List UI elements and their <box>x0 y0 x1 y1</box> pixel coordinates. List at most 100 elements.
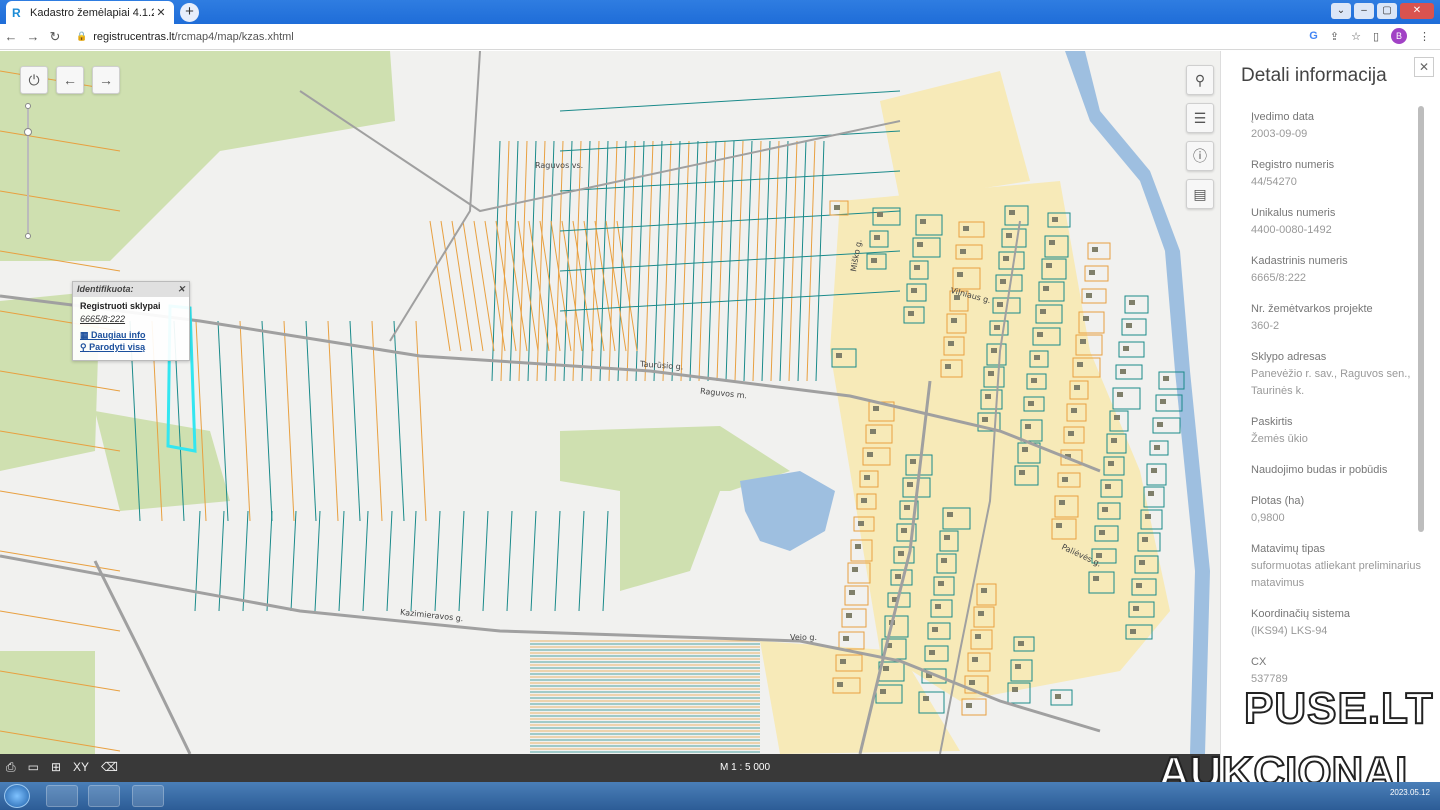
detail-field-value: 2003-09-09 <box>1251 128 1308 140</box>
measure-ruler-icon[interactable]: ▭ <box>28 760 39 775</box>
building <box>988 371 994 376</box>
parcel-boundary <box>194 510 201 612</box>
parcel-boundary <box>1121 318 1147 336</box>
panel-close-button[interactable]: ✕ <box>1414 57 1434 77</box>
parcel-boundary <box>1050 689 1073 706</box>
parcel-boundary <box>415 320 427 522</box>
building <box>1046 263 1052 268</box>
dropdown-icon[interactable]: ⌄ <box>1331 3 1351 19</box>
google-icon[interactable]: G <box>1309 30 1318 42</box>
print-icon[interactable]: ⎙ <box>6 760 16 775</box>
building <box>1130 629 1136 634</box>
building <box>1074 385 1080 390</box>
building <box>861 498 867 503</box>
zoom-thumb[interactable] <box>24 128 32 136</box>
building <box>1154 445 1160 450</box>
building <box>963 226 969 231</box>
building <box>1019 470 1025 475</box>
zoom-out-end[interactable] <box>25 233 31 239</box>
add-document-icon[interactable]: ⊞ <box>51 760 61 775</box>
system-tray-clock[interactable]: 2023.05.12 <box>1390 788 1430 797</box>
parcel-boundary <box>554 510 561 612</box>
map-canvas[interactable] <box>0 51 1220 754</box>
legend-icon[interactable]: ▤ <box>1186 179 1214 209</box>
detail-field-value: (lKS94) LKS-94 <box>1251 625 1328 637</box>
share-icon[interactable]: ⇪ <box>1330 30 1339 43</box>
layers-icon[interactable]: ☰ <box>1186 103 1214 133</box>
forward-arrow-icon[interactable]: → <box>22 29 44 44</box>
parcel-boundary <box>698 140 708 382</box>
info-icon[interactable]: ⓘ <box>1186 141 1214 171</box>
building <box>1123 346 1129 351</box>
url-field[interactable]: 🔒 registrucentras.lt /rcmap4/map/kzas.xh… <box>76 31 294 43</box>
tab-title: Kadastro žemėlapiai 4.1.25 <box>30 6 154 19</box>
parcel-boundary <box>1146 463 1167 486</box>
building <box>932 627 938 632</box>
building <box>895 574 901 579</box>
forward-extent-icon[interactable]: → <box>92 66 120 94</box>
back-extent-icon[interactable]: ← <box>56 66 84 94</box>
chrome-taskbar-icon[interactable] <box>46 785 78 807</box>
panel-title: Detali informacija <box>1241 65 1387 86</box>
parcel-boundary <box>349 320 361 522</box>
excel-taskbar-icon[interactable] <box>132 785 164 807</box>
show-all-link[interactable]: ⚲ Parodyti visą <box>80 341 182 353</box>
scrollbar-thumb[interactable] <box>1418 106 1424 532</box>
detail-field-label: Koordinačių sistema <box>1251 608 1351 620</box>
parcel-boundary <box>680 140 690 382</box>
more-info-link[interactable]: ▦ Daugiau info <box>80 329 182 341</box>
profile-avatar[interactable]: B <box>1391 28 1407 44</box>
parcel-boundary <box>671 140 681 382</box>
zoom-icon: ⚲ <box>80 342 90 352</box>
cadastre-map[interactable]: Raguvos vs. Taurūsio g. Raguvos m. Kazim… <box>0 51 1220 754</box>
zoom-in-end[interactable] <box>25 103 31 109</box>
sidebar-icon[interactable]: ▯ <box>1373 30 1379 43</box>
start-button[interactable] <box>4 784 30 808</box>
building <box>920 219 926 224</box>
parcel-boundary <box>0 490 121 512</box>
building <box>1139 560 1145 565</box>
detail-field-value: 6665/8:222 <box>1251 272 1307 284</box>
detail-field: Paskirtis Žemės ūkio <box>1251 414 1421 448</box>
tab-close-icon[interactable]: ✕ <box>154 6 168 19</box>
building <box>873 406 879 411</box>
parcel-boundary <box>653 140 663 382</box>
building <box>904 505 910 510</box>
popup-close-icon[interactable]: ✕ <box>177 284 185 295</box>
building <box>1009 210 1015 215</box>
detail-field-value: Panevėžio r. sav., Raguvos sen., Taurinė… <box>1251 368 1411 397</box>
parcel-boundary <box>844 585 869 606</box>
eraser-icon[interactable]: ⌫ <box>101 760 118 775</box>
explorer-taskbar-icon[interactable] <box>88 785 120 807</box>
search-icon[interactable]: ⚲ <box>1186 65 1214 95</box>
browser-tab[interactable]: R Kadastro žemėlapiai 4.1.25 ✕ <box>6 1 174 24</box>
popup-layer-name: Registruoti sklypai <box>80 301 161 311</box>
power-icon[interactable]: ⏻ <box>20 66 48 94</box>
detail-field: CX 537789 <box>1251 654 1421 688</box>
detail-field: Unikalus numeris 4400-0080-1492 <box>1251 205 1421 239</box>
bookmark-star-icon[interactable]: ☆ <box>1351 30 1361 43</box>
building <box>975 634 981 639</box>
residential-area <box>830 181 1170 701</box>
parcel-boundary <box>1112 387 1141 410</box>
coordinates-icon[interactable]: XY <box>73 760 89 775</box>
building <box>1120 369 1126 374</box>
new-tab-button[interactable]: + <box>180 3 199 22</box>
back-arrow-icon[interactable]: ← <box>0 29 22 44</box>
village-label: Raguvos vs. <box>535 161 584 170</box>
panel-scrollbar[interactable] <box>1416 106 1426 746</box>
map-scale: M 1 : 5 000 <box>720 762 771 773</box>
building <box>929 650 935 655</box>
detail-field-label: Įvedimo data <box>1251 111 1314 123</box>
parcel-boundary <box>689 140 699 382</box>
zoom-slider[interactable] <box>24 103 32 239</box>
popup-parcel-number[interactable]: 6665/8:222 <box>80 314 182 324</box>
menu-dots-icon[interactable]: ⋮ <box>1419 30 1430 43</box>
maximize-button[interactable]: ▢ <box>1377 3 1397 19</box>
building <box>871 258 877 263</box>
close-window-button[interactable]: ✕ <box>1400 3 1434 19</box>
parcel-boundary <box>266 510 273 612</box>
minimize-button[interactable]: – <box>1354 3 1374 19</box>
reload-icon[interactable]: ↻ <box>44 29 66 45</box>
building <box>855 544 861 549</box>
